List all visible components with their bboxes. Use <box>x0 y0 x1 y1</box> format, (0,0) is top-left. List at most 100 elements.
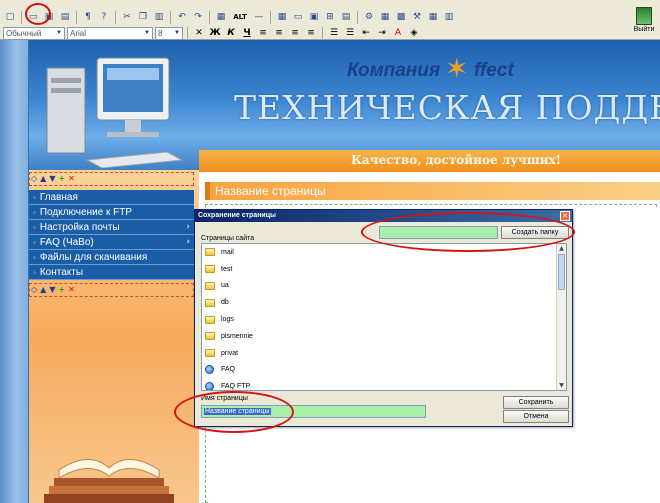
undo-icon[interactable]: ↶ <box>175 10 189 24</box>
add-icon[interactable]: + <box>58 174 65 184</box>
cancel-button[interactable]: Отмена <box>503 410 569 423</box>
site-pages-list[interactable]: mail test ua db logs pismennie privat FA… <box>201 243 567 391</box>
redo-icon[interactable]: ↷ <box>191 10 205 24</box>
copy-icon[interactable]: ❐ <box>136 10 150 24</box>
underline-button[interactable]: Ч <box>240 26 254 40</box>
menu-edit-tools: ◇ ▲ ▼ + ✕ <box>31 174 75 184</box>
list-item[interactable]: FAQ FTP <box>202 378 566 391</box>
delete-icon[interactable]: ✕ <box>68 174 75 184</box>
anchor-icon[interactable]: ▤ <box>339 10 353 24</box>
insert-icon[interactable]: ▥ <box>442 10 456 24</box>
align-right-icon[interactable]: ≡ <box>288 26 302 40</box>
list-scrollbar[interactable]: ▲ ▼ <box>556 244 566 390</box>
paste-icon[interactable]: ▥ <box>152 10 166 24</box>
help-icon[interactable]: ? <box>97 10 111 24</box>
list-item[interactable]: privat <box>202 345 566 362</box>
align-left-icon[interactable]: ≡ <box>256 26 270 40</box>
menu-item-home[interactable]: ◦ Главная <box>29 190 194 205</box>
menu-item-faq[interactable]: ◦ FAQ (ЧаВо) › <box>29 235 194 250</box>
create-folder-annotation <box>361 212 575 252</box>
toolbar-separator <box>209 10 210 24</box>
move-icon[interactable]: ◇ <box>31 174 37 184</box>
grid-icon[interactable]: ▩ <box>394 10 408 24</box>
settings-icon[interactable]: ⚙ <box>362 10 376 24</box>
tools-icon[interactable]: ⚒ <box>410 10 424 24</box>
text-color-icon[interactable]: A <box>391 26 405 40</box>
bullet-icon: ◦ <box>33 237 36 247</box>
list-item[interactable]: logs <box>202 311 566 328</box>
company-name-text: Компания <box>347 60 441 81</box>
item-name: FAQ FTP <box>221 383 251 391</box>
bullet-list-icon[interactable]: ☰ <box>343 26 357 40</box>
bullet-icon: ◦ <box>33 192 36 202</box>
form-icon[interactable]: ▭ <box>291 10 305 24</box>
align-center-icon[interactable]: ≡ <box>272 26 286 40</box>
properties-icon[interactable]: ▦ <box>378 10 392 24</box>
toolbar-separator <box>270 10 271 24</box>
alt-text-button[interactable]: ALT <box>230 10 250 24</box>
media-icon[interactable]: ▣ <box>307 10 321 24</box>
arrow-up-icon[interactable]: ▲ <box>40 285 46 295</box>
ordered-list-icon[interactable]: ☰ <box>327 26 341 40</box>
chevron-right-icon: › <box>186 222 190 232</box>
preview-icon[interactable]: ▤ <box>58 10 72 24</box>
bullet-icon: ◦ <box>33 222 36 232</box>
books-illustration <box>44 459 174 503</box>
image-icon[interactable]: ▦ <box>214 10 228 24</box>
menu-item-mail-setup[interactable]: ◦ Настройка почты › <box>29 220 194 235</box>
menu-item-label: Главная <box>39 191 78 203</box>
font-select-value: Arial <box>70 28 87 38</box>
add-icon[interactable]: + <box>58 285 65 295</box>
folder-icon <box>205 315 215 324</box>
highlight-icon[interactable]: ◈ <box>407 26 421 40</box>
folder-icon <box>205 298 215 307</box>
menu-item-contacts[interactable]: ◦ Контакты <box>29 265 194 280</box>
chevron-down-icon: ▼ <box>144 30 150 36</box>
sidebar: ◇ ▲ ▼ + ✕ ◦ Главная ◦ Подключение к FTP ◦ Н… <box>29 170 199 503</box>
font-family-select[interactable]: Arial ▼ <box>67 26 153 40</box>
item-name: ua <box>221 282 229 290</box>
list-item[interactable]: pismennie <box>202 328 566 345</box>
list-item[interactable]: db <box>202 294 566 311</box>
scroll-down-icon[interactable]: ▼ <box>557 381 566 390</box>
toolbar-row-2: Обычный ▼ Arial ▼ 8 ▼ ✕ Ж К Ч ≡ ≡ ≡ ≡ ☰ ☰ ⇤… <box>3 25 421 41</box>
scroll-thumb[interactable] <box>558 254 565 290</box>
indent-icon[interactable]: ⇥ <box>375 26 389 40</box>
outdent-icon[interactable]: ⇤ <box>359 26 373 40</box>
list-item[interactable]: ua <box>202 278 566 295</box>
new-page-icon[interactable]: ▢ <box>3 10 17 24</box>
italic-button[interactable]: К <box>224 26 238 40</box>
scroll-up-icon[interactable]: ▲ <box>557 244 566 253</box>
page-title: Название страницы <box>215 184 326 198</box>
table-props-icon[interactable]: ▦ <box>426 10 440 24</box>
cut-icon[interactable]: ✂ <box>120 10 134 24</box>
link-icon[interactable]: ⊞ <box>323 10 337 24</box>
clear-format-icon[interactable]: ✕ <box>192 26 206 40</box>
toolbar-separator <box>76 10 77 24</box>
table-icon[interactable]: ▦ <box>275 10 289 24</box>
chevron-down-icon: ▼ <box>174 30 180 36</box>
close-icon[interactable]: ✕ <box>560 211 570 221</box>
arrow-down-icon[interactable]: ▼ <box>49 174 55 184</box>
folder-icon <box>205 349 215 358</box>
save-button[interactable]: Сохранить <box>503 396 569 409</box>
delete-icon[interactable]: ✕ <box>68 285 75 295</box>
bold-button[interactable]: Ж <box>208 26 222 40</box>
hr-icon[interactable]: — <box>252 10 266 24</box>
source-icon[interactable]: ¶ <box>81 10 95 24</box>
site-title: ТЕХНИЧЕСКАЯ ПОДДЕРЖКА <box>234 88 660 127</box>
toolbar-row-1: ▢ ▭ ▣ ▤ ¶ ? ✂ ❐ ▥ ↶ ↷ ▦ ALT — ▦ ▭ ▣ ⊞ ▤ … <box>3 9 456 25</box>
menu-item-downloads[interactable]: ◦ Файлы для скачивания <box>29 250 194 265</box>
paragraph-style-select[interactable]: Обычный ▼ <box>3 26 65 40</box>
arrow-down-icon[interactable]: ▼ <box>49 285 55 295</box>
menu-item-ftp[interactable]: ◦ Подключение к FTP <box>29 205 194 220</box>
company-logo-star-icon: ✶ <box>445 52 469 85</box>
arrow-up-icon[interactable]: ▲ <box>40 174 46 184</box>
style-select-value: Обычный <box>6 28 42 38</box>
align-justify-icon[interactable]: ≡ <box>304 26 318 40</box>
exit-button[interactable]: Выйти <box>630 7 658 40</box>
font-size-select[interactable]: 8 ▼ <box>155 26 183 40</box>
move-icon[interactable]: ◇ <box>31 285 37 295</box>
list-item[interactable]: FAQ <box>202 362 566 379</box>
list-item[interactable]: test <box>202 261 566 278</box>
